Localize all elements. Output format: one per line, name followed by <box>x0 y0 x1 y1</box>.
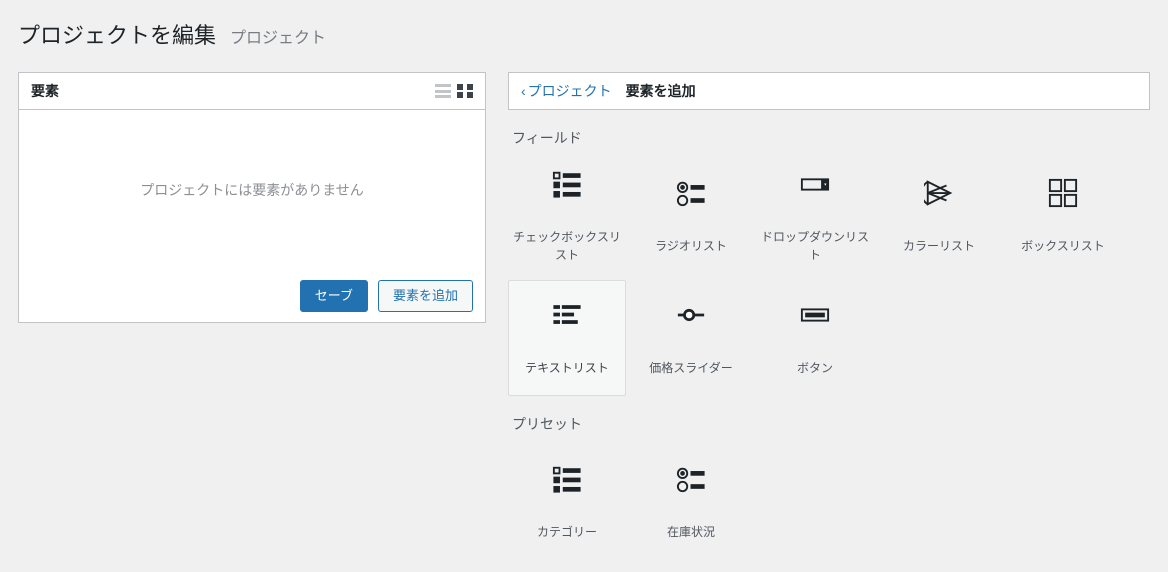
radio-list-icon <box>676 178 706 211</box>
tile-stock-status[interactable]: 在庫状況 <box>632 444 750 560</box>
breadcrumb-back-label: プロジェクト <box>528 81 612 101</box>
tile-label: ドロップダウンリスト <box>757 228 873 264</box>
tile-label: 在庫状況 <box>667 523 715 541</box>
tile-label: テキストリスト <box>525 359 609 377</box>
tile-label: ボタン <box>797 359 833 377</box>
page-header: プロジェクトを編集 プロジェクト <box>18 10 1150 72</box>
dropdown-list-icon <box>800 169 830 202</box>
tile-dropdown-list[interactable]: ドロップダウンリスト <box>756 158 874 274</box>
tile-text-list[interactable]: テキストリスト <box>508 280 626 396</box>
tile-category[interactable]: カテゴリー <box>508 444 626 560</box>
tile-label: ボックスリスト <box>1021 237 1105 255</box>
breadcrumb-current: 要素を追加 <box>626 81 696 101</box>
add-element-panel: ‹ プロジェクト 要素を追加 <box>508 72 1150 110</box>
box-list-icon <box>1048 178 1078 211</box>
fields-grid: チェックボックスリスト ラジオリスト ドロップダウンリスト <box>508 158 1150 396</box>
section-title-fields: フィールド <box>508 110 1150 158</box>
color-list-icon <box>924 178 954 211</box>
tile-label: カテゴリー <box>537 523 597 541</box>
empty-state-message: プロジェクトには要素がありません <box>19 110 485 270</box>
tile-label: ラジオリスト <box>655 237 727 255</box>
tile-label: チェックボックスリスト <box>509 228 625 264</box>
checkbox-list-icon <box>552 169 582 202</box>
button-icon <box>800 300 830 333</box>
tile-radio-list[interactable]: ラジオリスト <box>632 158 750 274</box>
tile-button[interactable]: ボタン <box>756 280 874 396</box>
elements-panel: 要素 プロジェクトには要素がありません セーブ 要素を追加 <box>18 72 486 323</box>
breadcrumb-back-link[interactable]: ‹ プロジェクト <box>521 81 612 101</box>
tile-label: 価格スライダー <box>649 359 733 377</box>
checkbox-list-icon <box>552 464 582 497</box>
page-subtitle: プロジェクト <box>230 24 326 48</box>
chevron-left-icon: ‹ <box>521 83 526 99</box>
presets-grid: カテゴリー 在庫状況 <box>508 444 1150 560</box>
view-toggle-group <box>435 84 473 98</box>
tile-label: カラーリスト <box>903 237 975 255</box>
radio-list-icon <box>676 464 706 497</box>
grid-view-toggle[interactable] <box>457 84 473 98</box>
elements-panel-title: 要素 <box>31 81 59 101</box>
tile-checkbox-list[interactable]: チェックボックスリスト <box>508 158 626 274</box>
page-title: プロジェクトを編集 <box>18 18 216 50</box>
save-button[interactable]: セーブ <box>300 280 368 312</box>
tile-price-slider[interactable]: 価格スライダー <box>632 280 750 396</box>
add-element-button[interactable]: 要素を追加 <box>378 280 473 312</box>
section-title-presets: プリセット <box>508 396 1150 444</box>
price-slider-icon <box>676 300 706 333</box>
tile-color-list[interactable]: カラーリスト <box>880 158 998 274</box>
breadcrumb: ‹ プロジェクト 要素を追加 <box>509 73 1149 109</box>
list-view-toggle[interactable] <box>435 84 451 98</box>
tile-box-list[interactable]: ボックスリスト <box>1004 158 1122 274</box>
text-list-icon <box>552 300 582 333</box>
